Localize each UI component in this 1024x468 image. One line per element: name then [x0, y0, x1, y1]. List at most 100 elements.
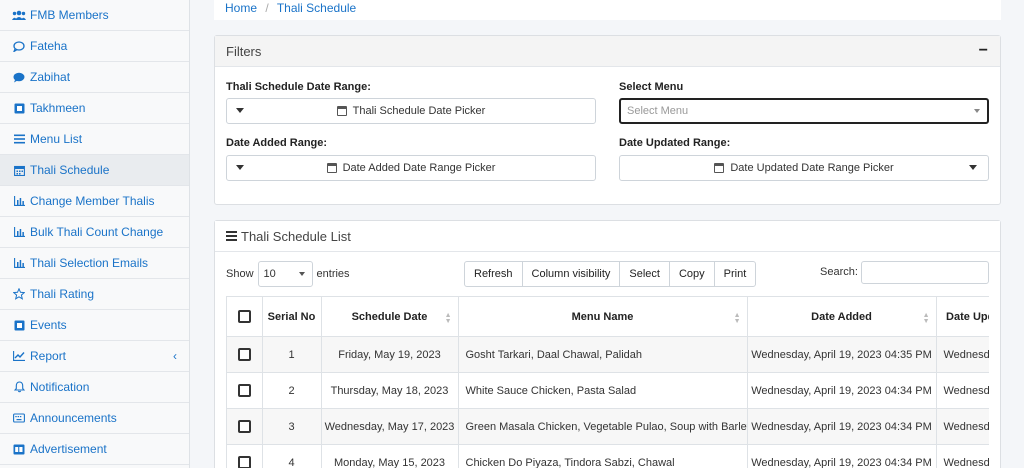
select-all-checkbox[interactable] — [237, 310, 251, 323]
col-serial-no[interactable]: Serial No — [262, 296, 322, 337]
sidebar-item-label: Thali Schedule — [30, 163, 110, 177]
col-schedule-date-label: Schedule Date — [351, 310, 428, 323]
list-header: Thali Schedule List — [215, 221, 1000, 252]
cell-date-added: Wednesday, April 19, 2023 04:34 PM — [747, 444, 937, 468]
sidebar-item-thali-schedule[interactable]: Thali Schedule — [0, 155, 189, 186]
row-checkbox-cell[interactable] — [227, 444, 263, 468]
table-row[interactable]: 2 Thursday, May 18, 2023 White Sauce Chi… — [227, 372, 989, 409]
print-button[interactable]: Print — [715, 262, 756, 286]
breadcrumb-current: Thali Schedule — [276, 1, 357, 15]
caret-down-icon — [236, 165, 244, 170]
breadcrumb: Home / Thali Schedule — [214, 0, 1001, 20]
row-checkbox[interactable] — [237, 348, 251, 361]
cell-menu-name: Chicken Do Piyaza, Tindora Sabzi, Chawal — [458, 444, 748, 468]
search-input[interactable] — [861, 261, 989, 284]
sidebar-item-bulk-thali-count-change[interactable]: Bulk Thali Count Change — [0, 217, 189, 248]
sidebar-item-label: Takhmeen — [30, 101, 86, 115]
table-row[interactable]: 4 Monday, May 15, 2023 Chicken Do Piyaza… — [227, 444, 989, 468]
sidebar-item-label: Advertisement — [30, 442, 107, 456]
square-icon — [12, 318, 26, 332]
ad-icon — [12, 442, 26, 456]
column-visibility-button[interactable]: Column visibility — [523, 262, 621, 286]
table-row[interactable]: 1 Friday, May 19, 2023 Gosht Tarkari, Da… — [227, 336, 989, 373]
cell-date-updated: Wednesday, April 19, 2023 04:34 PM — [936, 444, 989, 468]
bar-chart-icon — [12, 194, 26, 208]
select-menu-placeholder: Select Menu — [627, 105, 689, 117]
col-schedule-date[interactable]: Schedule Date ▲ ▼ — [321, 296, 459, 337]
chevron-left-icon[interactable]: ‹ — [173, 349, 177, 363]
row-checkbox[interactable] — [237, 384, 251, 397]
row-checkbox-cell[interactable] — [227, 408, 263, 445]
dropdown-arrow-icon — [974, 109, 980, 113]
select-all-header[interactable] — [227, 296, 263, 337]
col-date-added[interactable]: Date Added ▲ ▼ — [747, 296, 937, 337]
sidebar-item-label: Report — [30, 349, 67, 363]
row-checkbox[interactable] — [237, 456, 251, 468]
row-checkbox[interactable] — [237, 420, 251, 433]
cell-serial: 2 — [262, 372, 322, 409]
square-icon — [12, 101, 26, 115]
cell-schedule-date: Thursday, May 18, 2023 — [321, 372, 459, 409]
caret-down-icon — [969, 165, 977, 170]
thali-range-text: Thali Schedule Date Picker — [352, 105, 486, 117]
sidebar-item-label: Fateha — [30, 39, 68, 53]
sidebar-item-menu-list[interactable]: Menu List — [0, 124, 189, 155]
calendar-icon — [714, 163, 725, 173]
copy-button[interactable]: Copy — [670, 262, 715, 286]
thali-schedule-table: Serial No Schedule Date ▲ ▼ Menu Name ▲ ▼ Da… — [227, 296, 989, 468]
sidebar-item-label: Menu List — [30, 132, 83, 146]
col-date-updated[interactable]: Date Updated — [936, 296, 989, 337]
sidebar-item-takhmeen[interactable]: Takhmeen — [0, 93, 189, 124]
col-date-added-label: Date Added — [811, 310, 872, 323]
sidebar-item-label: Change Member Thalis — [30, 194, 155, 208]
sidebar-item-advertisement[interactable]: Advertisement — [0, 434, 189, 465]
keyboard-icon — [12, 411, 26, 425]
col-menu-name-label: Menu Name — [571, 310, 634, 323]
bar-chart-icon — [12, 256, 26, 270]
calendar-icon — [336, 106, 347, 116]
cell-date-added: Wednesday, April 19, 2023 04:34 PM — [747, 372, 937, 409]
breadcrumb-separator: / — [265, 1, 269, 15]
table-wrapper: Serial No Schedule Date ▲ ▼ Menu Name ▲ ▼ Da… — [226, 296, 989, 468]
sidebar-item-events[interactable]: Events — [0, 310, 189, 341]
select-menu-label: Select Menu — [619, 81, 684, 93]
sidebar-item-fateha[interactable]: Fateha — [0, 31, 189, 62]
dropdown-arrow-icon — [298, 272, 305, 276]
entries-select[interactable]: 10 — [257, 261, 313, 287]
users-icon — [12, 8, 26, 22]
collapse-minus-icon[interactable]: − — [979, 42, 988, 60]
thali-schedule-date-picker[interactable]: Thali Schedule Date Picker — [226, 98, 596, 124]
cell-date-updated: Wednesday, April 19, 2023 04:34 PM — [936, 408, 989, 445]
sidebar: FMB Members Fateha Zabihat Takhmeen Menu… — [0, 0, 190, 468]
sidebar-item-announcements[interactable]: Announcements — [0, 403, 189, 434]
date-updated-range-picker[interactable]: Date Updated Date Range Picker — [619, 155, 989, 181]
sort-icon: ▲ ▼ — [922, 312, 930, 325]
select-menu-input[interactable]: Select Menu — [619, 98, 989, 124]
sort-icon: ▲ ▼ — [444, 312, 452, 325]
table-row[interactable]: 3 Wednesday, May 17, 2023 Green Masala C… — [227, 408, 989, 445]
select-button[interactable]: Select — [620, 262, 670, 286]
date-added-range-picker[interactable]: Date Added Date Range Picker — [226, 155, 596, 181]
cell-schedule-date: Friday, May 19, 2023 — [321, 336, 459, 373]
row-checkbox-cell[interactable] — [227, 336, 263, 373]
sidebar-item-fmb-members[interactable]: FMB Members — [0, 0, 189, 31]
sidebar-item-change-member-thalis[interactable]: Change Member Thalis — [0, 186, 189, 217]
sidebar-item-label: Thali Rating — [30, 287, 95, 301]
sidebar-item-label: Thali Selection Emails — [30, 256, 149, 270]
sidebar-item-label: Zabihat — [30, 70, 71, 84]
entries-value: 10 — [263, 268, 276, 280]
bar-chart-icon — [12, 225, 26, 239]
breadcrumb-home-link[interactable]: Home — [225, 1, 257, 15]
sidebar-item-label: Bulk Thali Count Change — [30, 225, 164, 239]
sidebar-item-thali-selection-emails[interactable]: Thali Selection Emails — [0, 248, 189, 279]
sidebar-item-notification[interactable]: Notification — [0, 372, 189, 403]
sidebar-item-report[interactable]: Report ‹ — [0, 341, 189, 372]
comment-solid-icon — [12, 70, 26, 84]
cell-date-updated: Wednesday, April 19, 2023 04:34 PM — [936, 372, 989, 409]
sidebar-item-zabihat[interactable]: Zabihat — [0, 62, 189, 93]
refresh-button[interactable]: Refresh — [465, 262, 523, 286]
table-button-group: Refresh Column visibility Select Copy Pr… — [464, 261, 757, 287]
col-menu-name[interactable]: Menu Name ▲ ▼ — [458, 296, 748, 337]
sidebar-item-thali-rating[interactable]: Thali Rating — [0, 279, 189, 310]
row-checkbox-cell[interactable] — [227, 372, 263, 409]
